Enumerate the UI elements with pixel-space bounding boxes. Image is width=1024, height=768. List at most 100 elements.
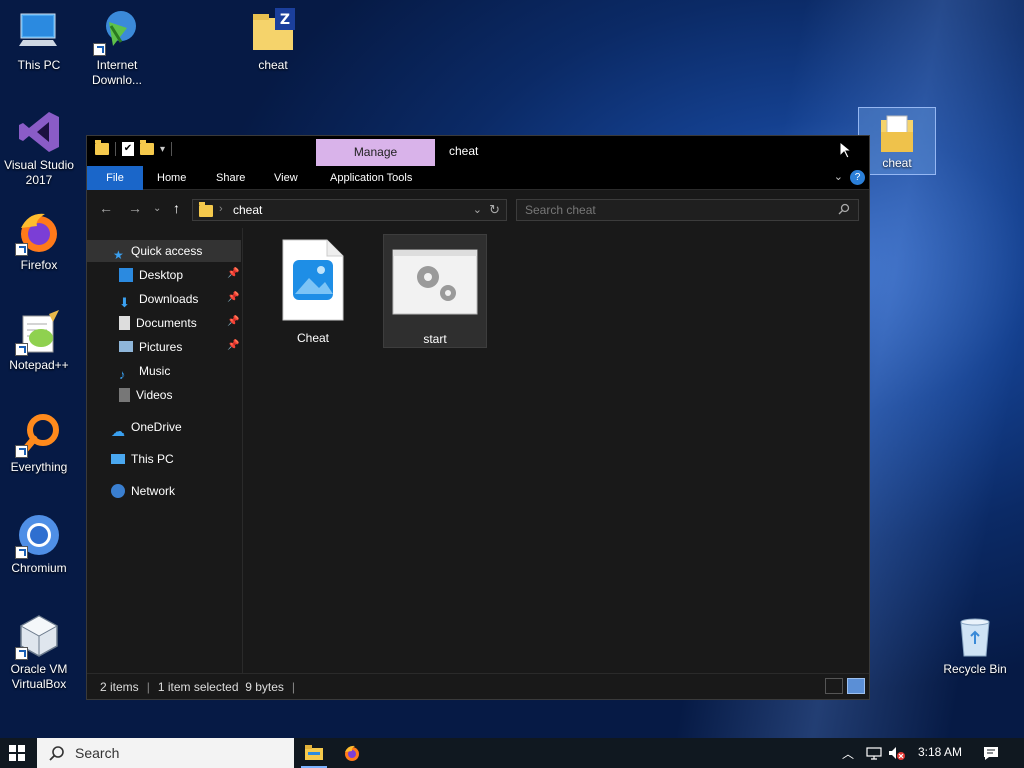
search-icon — [49, 746, 64, 761]
desktop-icon-everything[interactable]: Everything — [0, 410, 78, 475]
tab-view[interactable]: View — [260, 166, 312, 190]
desktop-icon-virtualbox[interactable]: Oracle VM VirtualBox — [0, 612, 78, 692]
pin-icon[interactable]: 📌 — [227, 292, 239, 303]
desktop-icon-visual-studio[interactable]: Visual Studio 2017 — [0, 108, 78, 188]
download-arrow-icon: ⬇ — [119, 294, 130, 310]
application-gears-icon — [392, 249, 478, 315]
network-icon — [111, 483, 125, 498]
ribbon-tabs: File Home Share View Application Tools ⌄… — [87, 166, 869, 190]
file-list[interactable]: Cheat start — [245, 228, 869, 675]
notepad-plus-plus-icon — [15, 308, 63, 356]
address-dropdown-icon[interactable]: ⌄ — [473, 203, 482, 216]
tab-home[interactable]: Home — [143, 166, 200, 190]
search-placeholder: Search cheat — [525, 203, 596, 217]
address-bar[interactable]: › cheat ⌄ ↻ — [192, 199, 507, 221]
selection-size: 9 bytes — [245, 680, 284, 694]
file-item-start[interactable]: start — [383, 234, 487, 348]
firefox-icon — [15, 208, 63, 256]
navigation-pane: ★ Quick access Desktop 📌 ⬇ Downloads 📌 Doc… — [87, 228, 243, 675]
sidebar-item-this-pc[interactable]: This PC — [111, 448, 174, 470]
magnifier-icon — [15, 410, 63, 458]
recycle-bin-icon — [951, 612, 999, 660]
virtualbox-icon — [15, 612, 63, 660]
sidebar-item-pictures[interactable]: Pictures — [119, 336, 182, 358]
desktop-icon-cheat-archive[interactable]: Z cheat — [234, 8, 312, 73]
search-icon — [838, 203, 850, 218]
explorer-window[interactable]: ✔ ▾ Manage cheat File Home Share View Ap… — [86, 135, 870, 700]
navigation-bar: ← → ⌄ ↑ › cheat ⌄ ↻ Search cheat — [87, 190, 869, 228]
sidebar-item-network[interactable]: Network — [111, 480, 175, 502]
search-box[interactable]: Search cheat — [516, 199, 859, 221]
windows-start-icon[interactable] — [9, 745, 25, 761]
show-hidden-icons-chevron-icon[interactable]: ︿ — [842, 745, 854, 762]
sidebar-item-desktop[interactable]: Desktop — [119, 264, 183, 286]
tab-file[interactable]: File — [87, 166, 143, 190]
sidebar-item-videos[interactable]: Videos — [119, 384, 172, 406]
customize-toolbar-icon[interactable]: ▾ — [160, 144, 165, 155]
volume-muted-icon[interactable] — [888, 746, 906, 761]
pictures-icon — [119, 341, 133, 353]
expand-ribbon-icon[interactable]: ⌄ — [834, 170, 843, 183]
desktop-icon-recycle-bin[interactable]: Recycle Bin — [936, 612, 1014, 677]
taskbar-file-explorer[interactable] — [299, 738, 329, 768]
tab-manage[interactable]: Manage — [316, 139, 435, 166]
cloud-icon: ☁ — [111, 422, 125, 439]
window-title: cheat — [449, 144, 479, 158]
up-arrow-icon[interactable]: ↑ — [173, 200, 180, 216]
address-path: cheat — [233, 203, 263, 217]
desktop-icon-internet-download-manager[interactable]: Internet Downlo... — [78, 8, 156, 88]
computer-icon — [15, 8, 63, 56]
desktop-icon — [119, 267, 133, 282]
folder-icon[interactable] — [95, 140, 109, 155]
item-count: 2 items — [100, 680, 139, 694]
desktop-icon-chromium[interactable]: Chromium — [0, 511, 78, 576]
folder-icon — [305, 745, 323, 760]
forward-arrow-icon[interactable]: → — [128, 200, 142, 216]
properties-icon[interactable]: ✔ — [122, 142, 134, 156]
large-icons-view-icon[interactable] — [847, 678, 865, 694]
folder-icon — [877, 112, 917, 156]
sidebar-item-quick-access[interactable]: ★ Quick access — [87, 240, 241, 262]
music-note-icon: ♪ — [119, 366, 126, 382]
film-icon — [119, 387, 130, 402]
tab-share[interactable]: Share — [202, 166, 259, 190]
document-icon — [119, 315, 130, 330]
refresh-icon[interactable]: ↻ — [489, 202, 500, 218]
download-globe-icon — [93, 8, 141, 56]
desktop-icon-this-pc[interactable]: This PC — [0, 8, 78, 73]
desktop-icon-notepad-plus-plus[interactable]: Notepad++ — [0, 308, 78, 373]
sidebar-item-onedrive[interactable]: ☁ OneDrive — [111, 416, 182, 439]
taskbar-firefox[interactable] — [337, 738, 367, 768]
image-file-icon — [282, 239, 344, 321]
file-item-cheat[interactable]: Cheat — [261, 234, 365, 348]
tab-application-tools[interactable]: Application Tools — [316, 166, 426, 190]
svg-text:Z: Z — [280, 12, 290, 28]
star-icon: ★ — [113, 247, 124, 262]
details-view-icon[interactable] — [825, 678, 843, 694]
taskbar: Search ︿ 3:18 AM — [0, 738, 1024, 768]
new-folder-icon[interactable] — [140, 140, 154, 155]
taskbar-search[interactable]: Search — [37, 738, 294, 768]
sidebar-item-downloads[interactable]: ⬇ Downloads — [119, 288, 198, 310]
title-bar[interactable]: ✔ ▾ Manage cheat — [87, 136, 869, 166]
shortcut-arrow-icon — [15, 647, 28, 660]
shortcut-arrow-icon — [93, 43, 106, 56]
shortcut-arrow-icon — [15, 546, 28, 559]
desktop-icon-firefox[interactable]: Firefox — [0, 208, 78, 273]
recent-locations-chevron-icon[interactable]: ⌄ — [153, 203, 161, 214]
pin-icon[interactable]: 📌 — [227, 268, 239, 279]
clock-time[interactable]: 3:18 AM — [918, 745, 962, 759]
network-status-icon[interactable] — [866, 747, 882, 760]
action-center-icon[interactable] — [983, 746, 999, 761]
back-arrow-icon[interactable]: ← — [99, 200, 113, 216]
sidebar-item-music[interactable]: ♪ Music — [119, 360, 170, 382]
help-icon[interactable]: ? — [850, 170, 865, 185]
status-bar: 2 items | 1 item selected 9 bytes | — [87, 673, 869, 699]
breadcrumb-chevron-icon[interactable]: › — [219, 203, 223, 215]
pin-icon[interactable]: 📌 — [227, 316, 239, 327]
firefox-icon — [345, 745, 359, 761]
quick-access-toolbar: ✔ ▾ — [95, 140, 173, 156]
pin-icon[interactable]: 📌 — [227, 340, 239, 351]
sidebar-item-documents[interactable]: Documents — [119, 312, 197, 334]
shortcut-arrow-icon — [15, 445, 28, 458]
